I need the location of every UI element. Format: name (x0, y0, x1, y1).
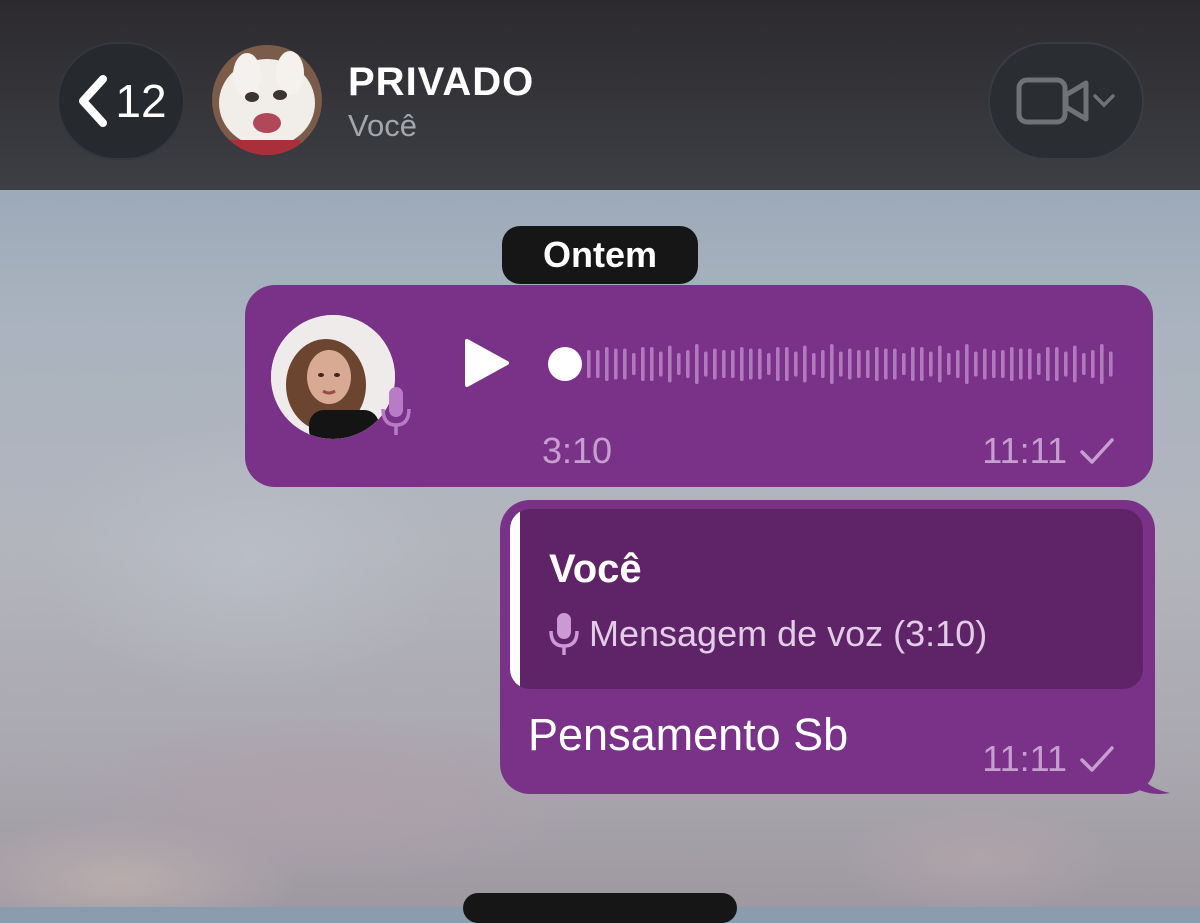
waveform-bar (794, 351, 798, 377)
waveform-bar (1055, 347, 1059, 381)
microphone-icon (549, 613, 579, 655)
waveform-bar (911, 347, 915, 381)
waveform-bar (920, 347, 924, 381)
waveform-bar (596, 350, 600, 378)
message-timestamp: 11:11 (982, 430, 1115, 472)
waveform-bar (821, 350, 825, 378)
date-separator-partial (463, 893, 737, 923)
waveform-bar (659, 351, 663, 377)
waveform-bar (830, 344, 834, 384)
waveform-bar (929, 351, 933, 377)
waveform-bar (614, 348, 618, 380)
waveform-bar (587, 350, 591, 378)
video-call-button[interactable] (988, 42, 1144, 160)
quoted-content: Mensagem de voz (3:10) (547, 611, 987, 657)
message-timestamp: 11:11 (982, 738, 1115, 780)
waveform-bar (713, 348, 717, 380)
waveform-bar (1001, 350, 1005, 378)
waveform-bar (749, 348, 753, 380)
waveform-bar (938, 345, 942, 383)
waveform-bar (875, 347, 879, 381)
waveform-bar (1019, 348, 1023, 380)
waveform-bar (632, 353, 636, 375)
waveform-bar (893, 348, 897, 380)
waveform-bar (965, 344, 969, 384)
waveform-bar (1073, 345, 1077, 383)
waveform-bar (758, 348, 762, 380)
waveform-bar (1037, 353, 1041, 375)
waveform-bar (623, 348, 627, 380)
waveform-bar (812, 353, 816, 375)
audio-waveform[interactable] (587, 340, 1117, 388)
waveform-bar (695, 344, 699, 384)
waveform-bar (731, 350, 735, 378)
video-camera-icon (1016, 77, 1089, 125)
waveform-bar (983, 348, 987, 380)
waveform-bar (947, 353, 951, 375)
sender-video-avatar[interactable] (271, 315, 395, 439)
checkmark-icon (1080, 746, 1114, 772)
quoted-message[interactable]: Você Mensagem de voz (3:10) (510, 509, 1143, 689)
chat-header: 12 PRIVADO Você (0, 0, 1200, 190)
waveform-bar (956, 350, 960, 378)
voice-duration: 3:10 (542, 430, 613, 471)
voice-message-bubble[interactable]: 3:10 11:11 (245, 285, 1153, 487)
chat-title[interactable]: PRIVADO (348, 60, 534, 105)
waveform-bar (902, 353, 906, 375)
quote-accent-bar (510, 509, 520, 689)
waveform-bar (1046, 347, 1050, 381)
back-button[interactable]: 12 (57, 42, 185, 160)
message-time: 11:11 (982, 738, 1067, 779)
waveform-bar (803, 345, 807, 383)
date-separator: Ontem (502, 226, 698, 284)
waveform-bar (767, 353, 771, 375)
chat-avatar[interactable] (212, 45, 322, 155)
quoted-text: Mensagem de voz (3:10) (589, 613, 988, 654)
waveform-bar (848, 348, 852, 380)
waveform-bar (686, 350, 690, 378)
waveform-bar (1064, 351, 1068, 377)
waveform-bar (1010, 347, 1014, 381)
waveform-bar (677, 353, 681, 375)
playback-progress-handle[interactable] (548, 347, 582, 381)
checkmark-icon (1080, 438, 1114, 464)
waveform-bar (722, 350, 726, 378)
waveform-bar (1109, 351, 1113, 377)
waveform-bar (704, 351, 708, 377)
unread-count: 12 (115, 75, 167, 127)
waveform-bar (866, 350, 870, 378)
waveform-bar (1082, 353, 1086, 375)
waveform-bar (740, 347, 744, 381)
waveform-bar (605, 347, 609, 381)
waveform-bar (857, 350, 861, 378)
chat-subtitle: Você (348, 108, 417, 143)
waveform-bar (1100, 344, 1104, 384)
waveform-bar (650, 347, 654, 381)
waveform-bar (992, 350, 996, 378)
waveform-bar (785, 347, 789, 381)
message-text: Pensamento Sb (528, 709, 849, 760)
quoted-author: Você (549, 547, 642, 591)
waveform-bar (884, 348, 888, 380)
waveform-bar (1028, 348, 1032, 380)
chevron-down-icon (1093, 94, 1115, 108)
waveform-bar (974, 351, 978, 377)
waveform-bar (839, 351, 843, 377)
waveform-bar (1091, 350, 1095, 378)
waveform-bar (641, 347, 645, 381)
waveform-bar (668, 345, 672, 383)
waveform-bar (776, 347, 780, 381)
microphone-icon (381, 387, 411, 435)
play-icon[interactable] (463, 337, 511, 389)
message-time: 11:11 (982, 430, 1067, 471)
chevron-left-icon (79, 75, 108, 127)
reply-message-bubble[interactable]: Você Mensagem de voz (3:10) Pensamento S… (500, 500, 1155, 794)
